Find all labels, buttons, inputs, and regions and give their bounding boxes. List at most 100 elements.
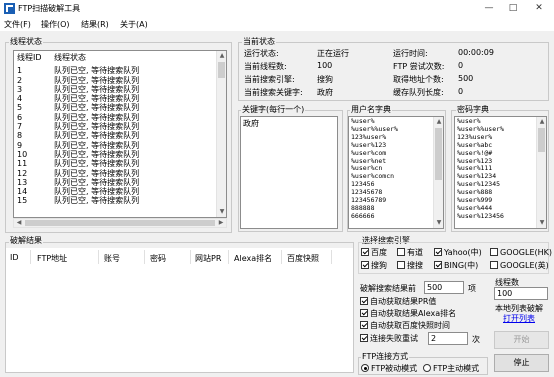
thread-state: 队列已空, 等待搜索队列 [54, 75, 140, 85]
option-checkbox[interactable] [360, 309, 368, 317]
thread-list-hscrollbar[interactable]: ◀ ▶ [13, 218, 227, 228]
engine-yahoo[interactable]: Yahoo(中) [434, 248, 482, 258]
col-divider [190, 250, 191, 264]
option-checkbox[interactable] [360, 297, 368, 305]
retry-checkbox[interactable] [360, 334, 368, 342]
col-baidu-snapshot[interactable]: 百度快照 [287, 253, 319, 264]
option-alexa[interactable]: 自动获取结果Alexa排名 [360, 309, 456, 319]
username-line: 666666 [351, 211, 375, 220]
option-pr[interactable]: 自动获取结果PR值 [360, 297, 436, 307]
thread-list-scrollbar[interactable]: ▲ ▼ [216, 51, 226, 217]
col-pr[interactable]: 网站PR [195, 253, 221, 264]
col-alexa[interactable]: Alexa排名 [234, 253, 272, 264]
engine-youdao[interactable]: 有道 [397, 248, 423, 258]
engine-sogou[interactable]: 搜狗 [361, 261, 387, 271]
engine-google-hk[interactable]: GOOGLE(HK) [490, 248, 552, 258]
col-divider [331, 250, 332, 264]
thread-row[interactable]: 9 队列已空, 等待搜索队列 [14, 141, 226, 150]
col-password[interactable]: 密码 [150, 253, 166, 264]
thread-state: 队列已空, 等待搜索队列 [54, 131, 140, 141]
thread-row[interactable]: 5 队列已空, 等待搜索队列 [14, 103, 226, 112]
results-table[interactable] [6, 248, 353, 372]
scroll-up-icon[interactable]: ▲ [537, 117, 546, 127]
thread-row[interactable]: 12 队列已空, 等待搜索队列 [14, 169, 226, 178]
engine-bing[interactable]: BING(中) [434, 261, 478, 271]
menu-results[interactable]: 结果(R) [81, 19, 109, 30]
minimize-button[interactable]: — [482, 2, 496, 15]
menu-about[interactable]: 关于(A) [120, 19, 148, 30]
engine-checkbox[interactable] [361, 261, 369, 269]
col-divider [281, 250, 282, 264]
queue-length-value: 0 [458, 87, 464, 96]
scroll-thumb[interactable] [218, 62, 225, 78]
thread-row[interactable]: 15 队列已空, 等待搜索队列 [14, 196, 226, 205]
scroll-left-icon[interactable]: ◀ [14, 219, 24, 227]
thread-state: 队列已空, 等待搜索队列 [54, 159, 140, 169]
thread-row[interactable]: 13 队列已空, 等待搜索队列 [14, 178, 226, 187]
thread-row[interactable]: 2 队列已空, 等待搜索队列 [14, 76, 226, 85]
username-dict-scrollbar[interactable]: ▲ ▼ [433, 117, 443, 228]
thread-status-list[interactable]: 线程ID 线程状态 1 队列已空, 等待搜索队列 2 队列已空, 等待搜索队列 3 队列已空… [13, 50, 227, 218]
thread-count-input[interactable]: 100 [494, 287, 548, 300]
engine-checkbox[interactable] [434, 261, 442, 269]
engine-checkbox[interactable] [397, 261, 405, 269]
password-line: %user%123456 [457, 211, 504, 220]
radio-button[interactable] [361, 364, 369, 372]
scroll-right-icon[interactable]: ▶ [216, 219, 226, 227]
search-limit-unit: 项 [468, 284, 476, 293]
open-list-link[interactable]: 打开列表 [503, 313, 535, 324]
thread-row[interactable]: 3 队列已空, 等待搜索队列 [14, 85, 226, 94]
scroll-up-icon[interactable]: ▲ [434, 117, 443, 127]
ftp-active-option[interactable]: FTP主动模式 [423, 364, 479, 374]
thread-id: 14 [17, 187, 28, 197]
engine-google-en[interactable]: GOOGLE(英) [490, 261, 549, 271]
col-account[interactable]: 账号 [104, 253, 120, 264]
scroll-down-icon[interactable]: ▼ [434, 218, 443, 228]
retry-input[interactable]: 2 [428, 332, 468, 345]
menu-file[interactable]: 文件(F) [4, 19, 31, 30]
run-time-label: 运行时间: [393, 49, 428, 58]
stop-button[interactable]: 停止 [494, 354, 549, 372]
ftp-passive-option[interactable]: FTP被动模式 [361, 364, 417, 374]
keywords-textarea[interactable]: 政府 [240, 116, 338, 229]
thread-row[interactable]: 1 队列已空, 等待搜索队列 [14, 66, 226, 75]
thread-row[interactable]: 7 队列已空, 等待搜索队列 [14, 122, 226, 131]
option-checkbox[interactable] [360, 321, 368, 329]
engine-checkbox[interactable] [490, 248, 498, 256]
scroll-thumb[interactable] [538, 128, 545, 152]
password-dict-scrollbar[interactable]: ▲ ▼ [536, 117, 546, 228]
col-ftp-address[interactable]: FTP地址 [37, 253, 67, 264]
engine-soso[interactable]: 搜搜 [397, 261, 423, 271]
menu-operate[interactable]: 操作(O) [41, 19, 70, 30]
engine-baidu[interactable]: 百度 [361, 248, 387, 258]
close-button[interactable]: ✕ [532, 2, 546, 15]
thread-id: 8 [17, 131, 23, 141]
scroll-down-icon[interactable]: ▼ [537, 218, 546, 228]
thread-row[interactable]: 10 队列已空, 等待搜索队列 [14, 150, 226, 159]
option-baidu-snapshot[interactable]: 自动获取百度快照时间 [360, 321, 450, 331]
engine-checkbox[interactable] [434, 248, 442, 256]
results-title: 破解结果 [9, 236, 43, 246]
username-dict-textarea[interactable]: %user% %user%%user% 123%user% %user%123 %use… [348, 116, 444, 229]
engine-checkbox[interactable] [490, 261, 498, 269]
scroll-down-icon[interactable]: ▼ [217, 207, 226, 217]
retry-option[interactable]: 连接失败重试 [360, 334, 418, 344]
run-state-label: 运行状态: [244, 49, 279, 58]
thread-row[interactable]: 8 队列已空, 等待搜索队列 [14, 131, 226, 140]
hscroll-thumb[interactable] [25, 220, 215, 226]
search-limit-input[interactable]: 500 [424, 281, 464, 294]
password-dict-textarea[interactable]: %user% %user%%user% 123%user% %user%abc %use… [454, 116, 547, 229]
thread-state: 队列已空, 等待搜索队列 [54, 103, 140, 113]
thread-id: 9 [17, 140, 23, 150]
scroll-up-icon[interactable]: ▲ [217, 51, 226, 61]
keyword-line: 政府 [243, 119, 259, 128]
maximize-button[interactable]: □ [506, 2, 520, 15]
thread-row[interactable]: 11 队列已空, 等待搜索队列 [14, 159, 226, 168]
engine-checkbox[interactable] [397, 248, 405, 256]
radio-button[interactable] [423, 364, 431, 372]
start-button[interactable]: 开始 [494, 331, 549, 349]
engine-checkbox[interactable] [361, 248, 369, 256]
scroll-thumb[interactable] [435, 128, 442, 180]
col-id[interactable]: ID [10, 253, 19, 262]
thread-row[interactable]: 6 队列已空, 等待搜索队列 [14, 113, 226, 122]
